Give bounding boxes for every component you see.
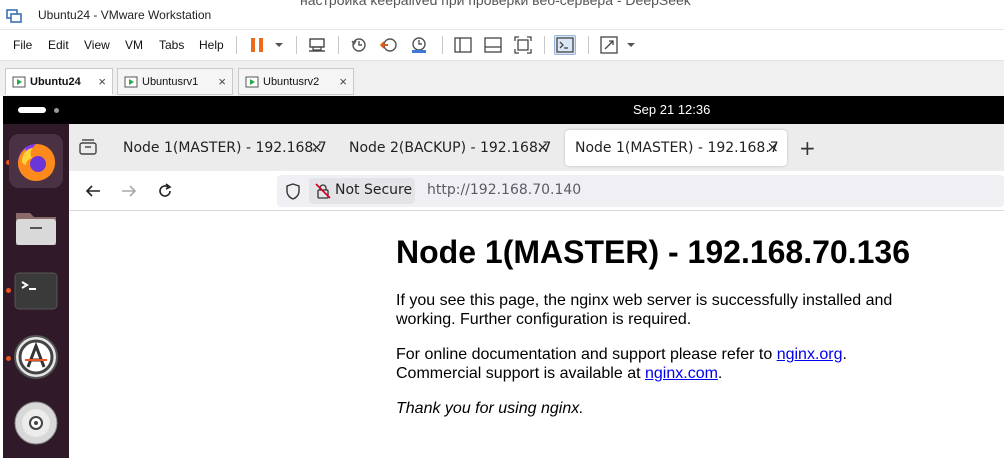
screen: настройка keepalived при проверки веб-се… bbox=[0, 0, 1004, 458]
close-icon[interactable]: × bbox=[98, 74, 106, 89]
browser-tab-title: Node 1(MASTER) - 192.168.7 bbox=[575, 140, 779, 156]
menu-tabs[interactable]: Tabs bbox=[159, 38, 184, 52]
thanks-text: Thank you for using nginx. bbox=[396, 400, 584, 417]
url-text[interactable]: http://192.168.70.140 bbox=[427, 182, 581, 198]
app-center-icon[interactable] bbox=[9, 330, 63, 384]
optical-disc-icon[interactable] bbox=[9, 396, 63, 450]
browser-tab[interactable]: Node 1(MASTER) - 192.168.7 × bbox=[113, 130, 331, 166]
terminal-icon[interactable] bbox=[9, 264, 63, 318]
fit-guest-icon[interactable] bbox=[512, 35, 534, 55]
page-heading: Node 1(MASTER) - 192.168.70.136 bbox=[396, 234, 910, 270]
docs-paragraph: For online documentation and support ple… bbox=[396, 345, 916, 383]
firefox-tab-strip: Node 1(MASTER) - 192.168.7 × Node 2(BACK… bbox=[69, 124, 1004, 171]
not-secure-label: Not Secure bbox=[335, 182, 413, 198]
close-tab-icon[interactable]: × bbox=[310, 138, 323, 156]
toolbar-separator bbox=[296, 36, 297, 54]
full-screen-chevron-icon[interactable] bbox=[620, 35, 642, 55]
vm-running-icon bbox=[124, 76, 138, 91]
list-all-tabs-icon[interactable] bbox=[79, 139, 97, 159]
vmware-app-icon bbox=[6, 8, 22, 23]
vmware-vm-tabs: Ubuntu24 × Ubuntusrv1 × Ubuntusrv2 × bbox=[0, 60, 1004, 96]
nginx-welcome: Node 1(MASTER) - 192.168.70.136 If you s… bbox=[396, 234, 916, 434]
thumbnail-bar-icon[interactable] bbox=[482, 35, 504, 55]
gnome-top-bar: Sep 21 12:36 bbox=[3, 96, 1004, 124]
send-ctrl-alt-del-icon[interactable] bbox=[306, 35, 328, 55]
files-icon[interactable] bbox=[9, 200, 63, 254]
toolbar-separator bbox=[588, 36, 589, 54]
activities-indicator[interactable] bbox=[18, 107, 46, 113]
toolbar-separator bbox=[338, 36, 339, 54]
pause-vm-button[interactable] bbox=[246, 35, 268, 55]
menu-help[interactable]: Help bbox=[199, 38, 224, 52]
full-screen-icon[interactable] bbox=[598, 35, 620, 55]
ubuntu-dock bbox=[3, 124, 69, 458]
tracking-protection-shield-icon[interactable] bbox=[285, 183, 301, 204]
vm-tab-ubuntusrv1[interactable]: Ubuntusrv1 × bbox=[117, 68, 233, 95]
toolbar-separator bbox=[544, 36, 545, 54]
nginx-com-link[interactable]: nginx.com bbox=[645, 365, 718, 382]
menu-view[interactable]: View bbox=[84, 38, 110, 52]
menu-vm[interactable]: VM bbox=[125, 38, 143, 52]
firefox-nav-bar: Not Secure http://192.168.70.140 bbox=[69, 171, 1004, 211]
window-title: Ubuntu24 - VMware Workstation bbox=[38, 8, 212, 22]
browser-tab[interactable]: Node 2(BACKUP) - 192.168.7 × bbox=[339, 130, 557, 166]
nginx-org-link[interactable]: nginx.org bbox=[777, 346, 843, 363]
menu-file[interactable]: File bbox=[13, 38, 32, 52]
vm-tab-ubuntusrv2[interactable]: Ubuntusrv2 × bbox=[238, 68, 354, 95]
menu-edit[interactable]: Edit bbox=[48, 38, 69, 52]
snapshot-manager-icon[interactable] bbox=[408, 35, 430, 55]
revert-snapshot-icon[interactable] bbox=[378, 35, 400, 55]
docs-text-end: . bbox=[842, 346, 847, 363]
take-snapshot-icon[interactable] bbox=[348, 35, 370, 55]
back-icon[interactable] bbox=[83, 181, 103, 201]
support-text: Commercial support is available at bbox=[396, 365, 645, 382]
workspace-dot bbox=[54, 108, 59, 113]
power-menu-chevron-icon[interactable] bbox=[268, 35, 290, 55]
close-tab-icon[interactable]: × bbox=[536, 138, 549, 156]
clock[interactable]: Sep 21 12:36 bbox=[633, 102, 710, 117]
vm-tab-label: Ubuntusrv2 bbox=[263, 76, 320, 88]
new-tab-button[interactable]: + bbox=[799, 136, 816, 160]
toolbar-separator bbox=[236, 36, 237, 54]
close-icon[interactable]: × bbox=[339, 74, 347, 89]
forward-icon[interactable] bbox=[119, 181, 139, 201]
vm-tab-label: Ubuntusrv1 bbox=[142, 76, 199, 88]
vm-tab-label: Ubuntu24 bbox=[30, 76, 81, 88]
site-security-indicator[interactable]: Not Secure bbox=[309, 178, 415, 204]
close-icon[interactable]: × bbox=[218, 74, 226, 89]
console-view-icon[interactable] bbox=[554, 35, 576, 55]
vm-running-icon bbox=[12, 76, 26, 91]
web-page: Node 1(MASTER) - 192.168.70.136 If you s… bbox=[69, 212, 1004, 458]
insecure-lock-icon bbox=[315, 183, 331, 203]
vmware-title-bar: настройка keepalived при проверки веб-се… bbox=[0, 0, 1004, 30]
show-library-icon[interactable] bbox=[452, 35, 474, 55]
browser-tab-title: Node 1(MASTER) - 192.168.7 bbox=[123, 140, 327, 156]
thanks-paragraph: Thank you for using nginx. bbox=[396, 399, 916, 418]
vm-tab-ubuntu24[interactable]: Ubuntu24 × bbox=[5, 68, 113, 95]
browser-tab-title: Node 2(BACKUP) - 192.168.7 bbox=[349, 140, 552, 156]
firefox-icon[interactable] bbox=[9, 134, 63, 188]
vm-running-icon bbox=[245, 76, 259, 91]
browser-tab-active[interactable]: Node 1(MASTER) - 192.168.7 × bbox=[565, 130, 787, 166]
toolbar-separator bbox=[442, 36, 443, 54]
reload-icon[interactable] bbox=[155, 181, 175, 201]
url-bar[interactable]: Not Secure http://192.168.70.140 bbox=[277, 175, 1004, 207]
background-window-title: настройка keepalived при проверки веб-се… bbox=[300, 0, 691, 8]
vmware-menubar: File Edit View VM Tabs Help bbox=[0, 30, 1004, 60]
docs-text: For online documentation and support ple… bbox=[396, 346, 777, 363]
close-tab-icon[interactable]: × bbox=[766, 138, 779, 156]
support-text-end: . bbox=[717, 365, 723, 382]
intro-paragraph: If you see this page, the nginx web serv… bbox=[396, 292, 893, 328]
